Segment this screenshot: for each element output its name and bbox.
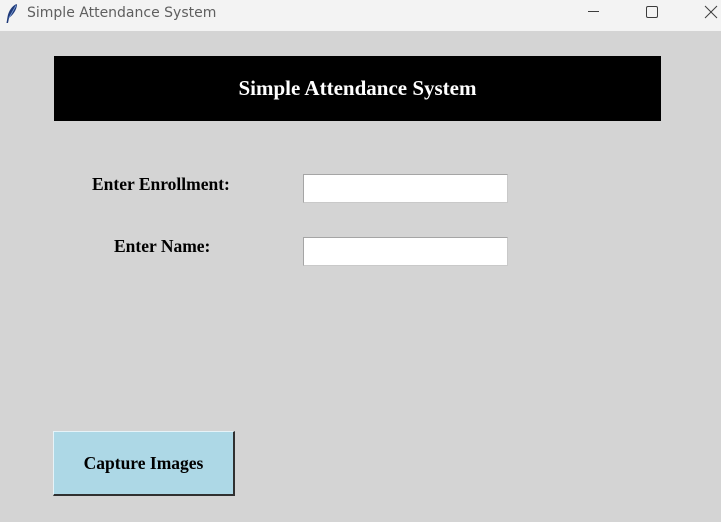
maximize-icon — [646, 6, 658, 18]
feather-icon — [4, 3, 20, 25]
close-button[interactable] — [687, 0, 721, 24]
minimize-button[interactable] — [570, 0, 616, 24]
close-icon — [704, 5, 718, 19]
minimize-icon — [588, 11, 599, 12]
page-title: Simple Attendance System — [238, 76, 477, 100]
app-window: Simple Attendance System Simple Attendan… — [0, 0, 721, 522]
enrollment-label: Enter Enrollment: — [92, 174, 230, 194]
window-title: Simple Attendance System — [27, 5, 217, 21]
enrollment-input[interactable] — [303, 174, 508, 203]
maximize-button[interactable] — [629, 0, 675, 24]
title-bar[interactable]: Simple Attendance System — [0, 0, 721, 31]
capture-images-button[interactable]: Capture Images — [53, 431, 235, 496]
header-banner: Simple Attendance System — [54, 56, 661, 121]
name-label: Enter Name: — [114, 236, 211, 256]
name-input[interactable] — [303, 237, 508, 266]
